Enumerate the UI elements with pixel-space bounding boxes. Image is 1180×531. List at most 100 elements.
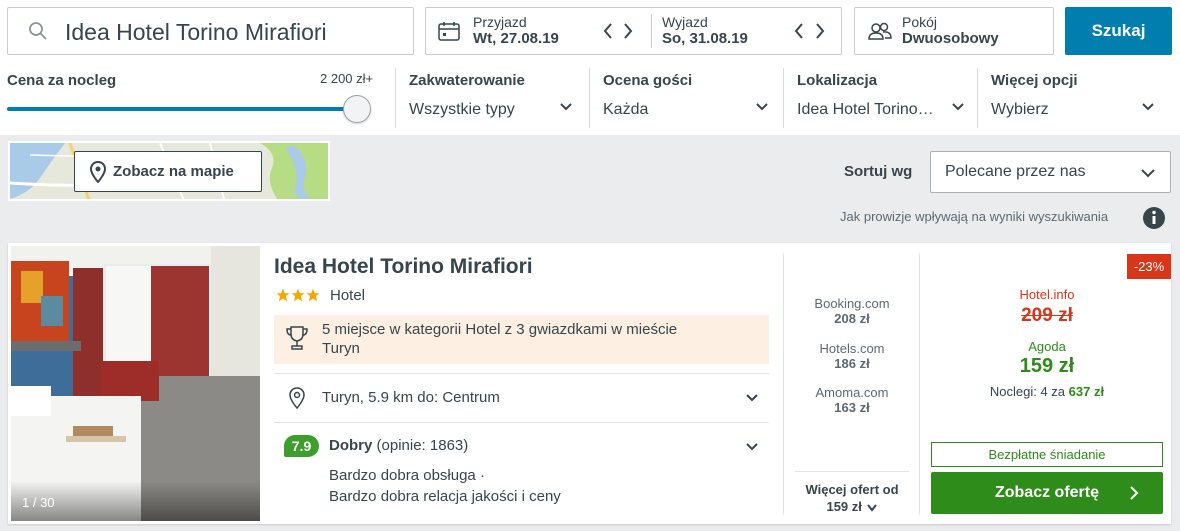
search-query: Idea Hotel Torino Mirafiori xyxy=(65,19,327,45)
show-map-label: Zobacz na mapie xyxy=(113,163,234,180)
filter-divider xyxy=(589,68,590,128)
ota-offer-amoma[interactable]: Amoma.com 163 zł xyxy=(787,385,917,415)
filter-divider xyxy=(977,68,978,128)
guest-rating-filter-title: Ocena gości xyxy=(603,72,693,89)
view-offer-button[interactable]: Zobacz ofertę xyxy=(931,472,1163,514)
hotel-name[interactable]: Idea Hotel Torino Mirafiori xyxy=(274,255,533,279)
search-button[interactable]: Szukaj xyxy=(1065,7,1172,55)
divider xyxy=(274,422,769,423)
location-text: Turyn, 5.9 km do: Centrum xyxy=(322,389,500,406)
checkin-value: Wt, 27.08.19 xyxy=(473,30,559,47)
strike-price: 209 zł xyxy=(1021,305,1073,326)
location-filter-title: Lokalizacja xyxy=(797,72,878,89)
map-pin-icon xyxy=(90,161,106,183)
sort-dropdown[interactable]: Polecane przez nas xyxy=(930,151,1171,193)
divider xyxy=(795,471,909,472)
price-slider-handle[interactable] xyxy=(343,95,371,123)
rating-summary[interactable]: Dobry (opinie: 1863) xyxy=(329,437,468,454)
location-filter-value: Idea Hotel Torino… xyxy=(797,101,934,118)
nights-total-line: Noclegi: 4 za 637 zł xyxy=(931,384,1163,399)
rating-word: Dobry xyxy=(329,437,373,454)
chevron-right-icon xyxy=(1129,486,1139,500)
chevron-down-icon xyxy=(1141,102,1155,112)
checkout-value: So, 31.08.19 xyxy=(662,30,748,47)
price-slider-track[interactable] xyxy=(7,107,369,111)
ota-name: Booking.com xyxy=(814,296,890,311)
date-divider xyxy=(651,14,652,48)
calendar-icon xyxy=(438,21,460,41)
strike-provider: Hotel.info xyxy=(1019,287,1075,302)
ota-name: Amoma.com xyxy=(815,385,889,400)
rating-score-badge: 7.9 xyxy=(284,435,319,457)
commission-note[interactable]: Jak prowizje wpływają na wyniki wyszukiw… xyxy=(840,209,1108,224)
nights-prefix: Noclegi: 4 za xyxy=(989,384,1066,399)
discount-badge: -23% xyxy=(1127,254,1171,279)
accommodation-filter[interactable]: Zakwaterowanie Wszystkie typy xyxy=(409,68,581,128)
sort-value: Polecane przez nas xyxy=(945,163,1086,180)
chevron-down-icon xyxy=(559,102,573,112)
more-offers-price: 159 zł xyxy=(826,499,862,514)
hotel-stars xyxy=(276,288,321,307)
star-icon xyxy=(276,288,290,302)
chevron-down-icon xyxy=(866,503,878,512)
info-icon[interactable] xyxy=(1142,206,1166,230)
price-max-label: 2 200 zł+ xyxy=(320,71,374,86)
price-slider-fill xyxy=(7,107,369,111)
chevron-down-icon xyxy=(951,102,965,112)
highlight-item: Bardzo dobra relacja jakości i ceny xyxy=(329,488,561,505)
column-divider xyxy=(783,253,784,515)
guest-rating-filter[interactable]: Ocena gości Każda xyxy=(603,68,775,128)
map-pin-icon xyxy=(289,387,305,409)
checkin-next-icon[interactable] xyxy=(622,22,634,40)
review-highlights: Bardzo dobra obsługa · Bardzo dobra rela… xyxy=(329,465,561,507)
checkout-field[interactable]: Wyjazd So, 31.08.19 xyxy=(662,14,748,47)
chevron-down-icon xyxy=(755,102,769,112)
more-options-filter-title: Więcej opcji xyxy=(991,72,1078,89)
more-options-filter-value: Wybierz xyxy=(991,101,1049,118)
room-value: Dwuosobowy xyxy=(902,30,999,47)
accommodation-filter-value: Wszystkie typy xyxy=(409,101,515,118)
checkin-label: Przyjazd xyxy=(473,14,527,30)
filter-divider xyxy=(395,68,396,128)
rating-count: (opinie: 1863) xyxy=(376,437,469,454)
checkin-field[interactable]: Przyjazd Wt, 27.08.19 xyxy=(473,14,559,47)
hotel-photo[interactable]: 1 / 30 xyxy=(11,246,260,521)
chevron-down-icon[interactable] xyxy=(745,442,759,452)
ota-offer-booking[interactable]: Booking.com 208 zł xyxy=(787,296,917,326)
location-row[interactable]: Turyn, 5.9 km do: Centrum xyxy=(274,374,769,422)
ota-price: 186 zł xyxy=(834,356,870,371)
best-price[interactable]: 159 zł xyxy=(931,355,1163,378)
best-provider: Agoda xyxy=(1028,339,1066,354)
room-label: Pokój xyxy=(902,14,938,30)
ranking-banner: 5 miejsce w kategorii Hotel z 3 gwiazdka… xyxy=(274,315,769,364)
hotel-type: Hotel xyxy=(330,287,366,304)
free-breakfast-badge: Bezpłatne śniadanie xyxy=(931,442,1163,467)
nights-total: 637 zł xyxy=(1068,384,1105,399)
strike-price-wrap: 209 zł xyxy=(931,305,1163,327)
date-picker[interactable]: Przyjazd Wt, 27.08.19 Wyjazd So, 31.08.1… xyxy=(425,7,842,55)
guests-icon xyxy=(867,21,893,41)
highlight-item: Bardzo dobra obsługa · xyxy=(329,467,485,484)
ota-price: 208 zł xyxy=(834,311,870,326)
sort-label: Sortuj wg xyxy=(844,163,913,180)
checkin-prev-icon[interactable] xyxy=(602,22,614,40)
guest-rating-filter-value: Każda xyxy=(603,101,649,118)
filter-divider xyxy=(783,68,784,128)
search-input[interactable]: Idea Hotel Torino Mirafiori xyxy=(7,7,414,55)
checkout-next-icon[interactable] xyxy=(814,22,826,40)
column-divider xyxy=(919,253,920,515)
star-icon xyxy=(306,288,320,302)
trophy-icon xyxy=(286,325,308,351)
location-filter[interactable]: Lokalizacja Idea Hotel Torino… xyxy=(797,68,969,128)
ota-price: 163 zł xyxy=(834,400,870,415)
accommodation-filter-title: Zakwaterowanie xyxy=(409,72,525,89)
checkout-prev-icon[interactable] xyxy=(793,22,805,40)
show-map-button[interactable]: Zobacz na mapie xyxy=(74,151,262,192)
more-offers-button[interactable]: Więcej ofert od 159 zł xyxy=(787,482,917,514)
ota-offer-hotels[interactable]: Hotels.com 186 zł xyxy=(787,341,917,371)
hotel-room-image xyxy=(11,246,260,521)
photo-counter: 1 / 30 xyxy=(22,495,55,510)
more-options-filter[interactable]: Więcej opcji Wybierz xyxy=(991,68,1163,128)
room-selector[interactable]: Pokój Dwuosobowy xyxy=(854,7,1054,55)
ranking-text-line2: Turyn xyxy=(322,340,360,357)
